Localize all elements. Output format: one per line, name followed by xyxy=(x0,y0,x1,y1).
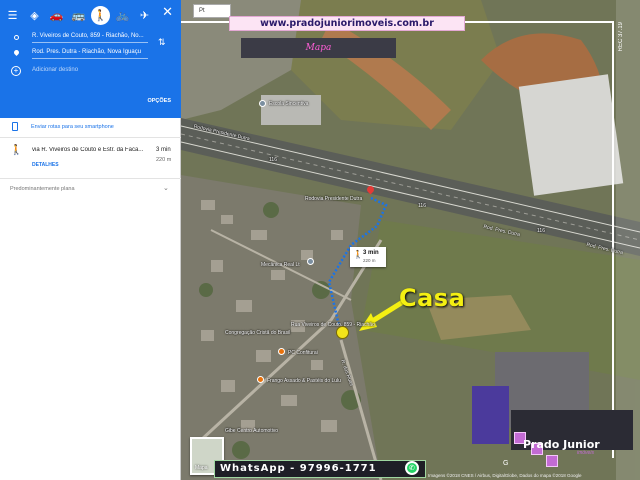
add-destination-label[interactable]: Adicionar destino xyxy=(32,67,78,73)
label-school[interactable]: Escola Sincentiva xyxy=(269,101,308,107)
label-route-116a: 116 xyxy=(269,157,277,163)
logo-square xyxy=(546,455,558,467)
origin-field[interactable]: R. Viveiros de Couto, 859 - Riachão, No.… xyxy=(32,31,148,43)
send-to-phone-link[interactable]: Enviar rotas para seu smartphone xyxy=(31,124,114,130)
logo-block-blue xyxy=(472,386,509,444)
origin-dot-icon xyxy=(14,35,19,40)
close-icon[interactable]: ✕ xyxy=(162,5,173,20)
divider xyxy=(0,178,181,179)
label-rodovia-pres[interactable]: Rodovia Presidente Dutra xyxy=(305,196,362,202)
website-banner: www.pradojuniorimoveis.com.br xyxy=(229,16,465,31)
label-congregacao[interactable]: Congregação Cristã do Brasil xyxy=(225,330,290,336)
route-summary-card[interactable]: 🚶 3 min 220 m xyxy=(350,247,386,267)
chevron-down-icon[interactable]: ⌄ xyxy=(163,184,169,192)
route-card-distance: 220 m xyxy=(363,258,376,263)
details-link[interactable]: DETALHES xyxy=(32,162,59,168)
label-mecanica[interactable]: Mecânica Real Lt xyxy=(261,262,300,268)
house-location-marker[interactable] xyxy=(336,326,349,339)
destination-field[interactable]: Rod. Pres. Dutra - Riachão, Nova Iguaçu xyxy=(32,47,148,59)
route-distance: 220 m xyxy=(156,157,172,163)
whatsapp-contact-banner: WhatsApp - 97996-1771 xyxy=(214,460,426,478)
destination-pin-icon xyxy=(12,48,21,57)
terrain-preference[interactable]: Predominantemente plana xyxy=(10,186,75,192)
car-icon[interactable]: 🚗 xyxy=(47,6,66,25)
route-time: 3 min xyxy=(156,147,171,153)
label-route-116c: 116 xyxy=(537,228,545,234)
bicycle-icon[interactable]: 🚲 xyxy=(113,6,132,25)
school-icon[interactable] xyxy=(259,100,266,107)
smartphone-icon xyxy=(12,122,18,131)
divider xyxy=(0,137,181,138)
store-icon[interactable] xyxy=(278,348,285,355)
label-confiturai[interactable]: PC Confiturai xyxy=(288,350,318,356)
whatsapp-icon: ✆ xyxy=(405,461,419,475)
side-watermark: REC 37.19 xyxy=(618,22,624,52)
swap-icon[interactable]: ⇅ xyxy=(158,38,166,48)
brand-subtitle: imóveis xyxy=(577,450,594,456)
language-selector[interactable]: Pt xyxy=(193,4,231,18)
best-route-icon[interactable]: ◈ xyxy=(25,6,44,25)
satellite-map[interactable]: REC 37.19 Pt www.pradojuniorimoveis.com.… xyxy=(181,0,640,480)
casa-label: Casa xyxy=(399,284,466,312)
route-card-time: 3 min xyxy=(363,250,379,256)
poi-icon[interactable] xyxy=(307,258,314,265)
options-button[interactable]: OPÇÕES xyxy=(147,98,171,104)
layers-label: Mapa xyxy=(195,465,208,471)
label-centro-automotivo[interactable]: Gibe Centro Automotivo xyxy=(225,428,278,434)
label-frango[interactable]: Frango Assado & Pastéis do Lulu xyxy=(267,378,341,384)
walking-route-icon: 🚶 xyxy=(10,145,23,156)
directions-panel: ☰ ◈ 🚗 🚌 🚶 🚲 ✈ ✕ R. Viveiros de Couto, 85… xyxy=(0,0,181,480)
add-destination-icon[interactable]: + xyxy=(11,66,21,76)
directions-header: ☰ ◈ 🚗 🚌 🚶 🚲 ✈ ✕ R. Viveiros de Couto, 85… xyxy=(0,0,181,118)
map-title-box: Mapa xyxy=(241,38,396,58)
side-strip xyxy=(616,0,640,480)
menu-icon[interactable]: ☰ xyxy=(3,6,22,25)
airplane-icon[interactable]: ✈ xyxy=(135,6,154,25)
bus-icon[interactable]: 🚌 xyxy=(69,6,88,25)
route-description[interactable]: via R. Viveiros de Couto e Estr. da Faca… xyxy=(32,147,150,153)
google-mark: G xyxy=(503,460,509,467)
walking-icon[interactable]: 🚶 xyxy=(91,5,110,25)
walking-icon: 🚶 xyxy=(353,250,363,259)
map-copyright: Imagens ©2018 CNES / Airbus, DigitalGlob… xyxy=(428,473,582,478)
restaurant-icon[interactable] xyxy=(257,376,264,383)
travel-mode-row: ☰ ◈ 🚗 🚌 🚶 🚲 ✈ xyxy=(0,4,181,26)
label-rua-viveiros[interactable]: Rua Viveiros de Couto, 859 - Riachão xyxy=(291,322,375,328)
label-route-116b: 116 xyxy=(418,203,426,209)
